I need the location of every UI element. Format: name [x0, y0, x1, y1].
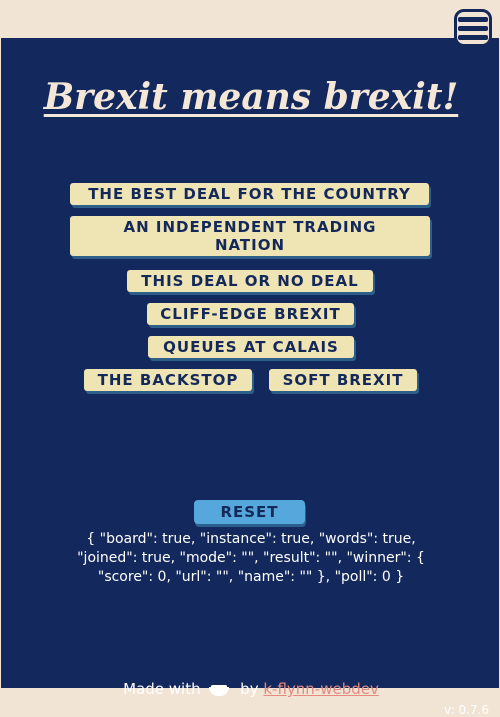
word-button-soft-brexit[interactable]: SOFT BREXIT: [269, 369, 417, 391]
made-with-label: Made with: [123, 680, 201, 698]
top-bar: [0, 0, 500, 38]
page-title: Brexit means brexit!: [43, 76, 459, 118]
state-json-text: { "board": true, "instance": true, "word…: [77, 531, 425, 585]
by-label: by: [240, 680, 259, 698]
word-button-best-deal[interactable]: THE BEST DEAL FOR THE COUNTRY: [70, 183, 429, 205]
coffee-cup-icon: [209, 683, 231, 697]
hamburger-menu-button[interactable]: [454, 9, 492, 47]
word-button-independent-trading[interactable]: AN INDEPENDENT TRADING NATION: [70, 216, 430, 256]
footer: Made with by k-flynn-webdev: [1, 680, 500, 698]
reset-button[interactable]: RESET: [194, 500, 305, 524]
word-button-cliff-edge[interactable]: CLIFF-EDGE BREXIT: [147, 303, 354, 325]
menu-line-icon: [458, 16, 488, 22]
author-link[interactable]: k-flynn-webdev: [263, 680, 379, 698]
game-panel: Brexit means brexit! THE BEST DEAL FOR T…: [1, 38, 499, 717]
menu-line-icon: [458, 34, 488, 40]
word-button-this-deal[interactable]: THIS DEAL OR NO DEAL: [127, 270, 373, 292]
word-button-queues-calais[interactable]: QUEUES AT CALAIS: [148, 336, 354, 358]
menu-line-icon: [458, 25, 488, 31]
version-label: v: 0.7.6: [444, 703, 489, 717]
word-button-backstop[interactable]: THE BACKSTOP: [84, 369, 252, 391]
